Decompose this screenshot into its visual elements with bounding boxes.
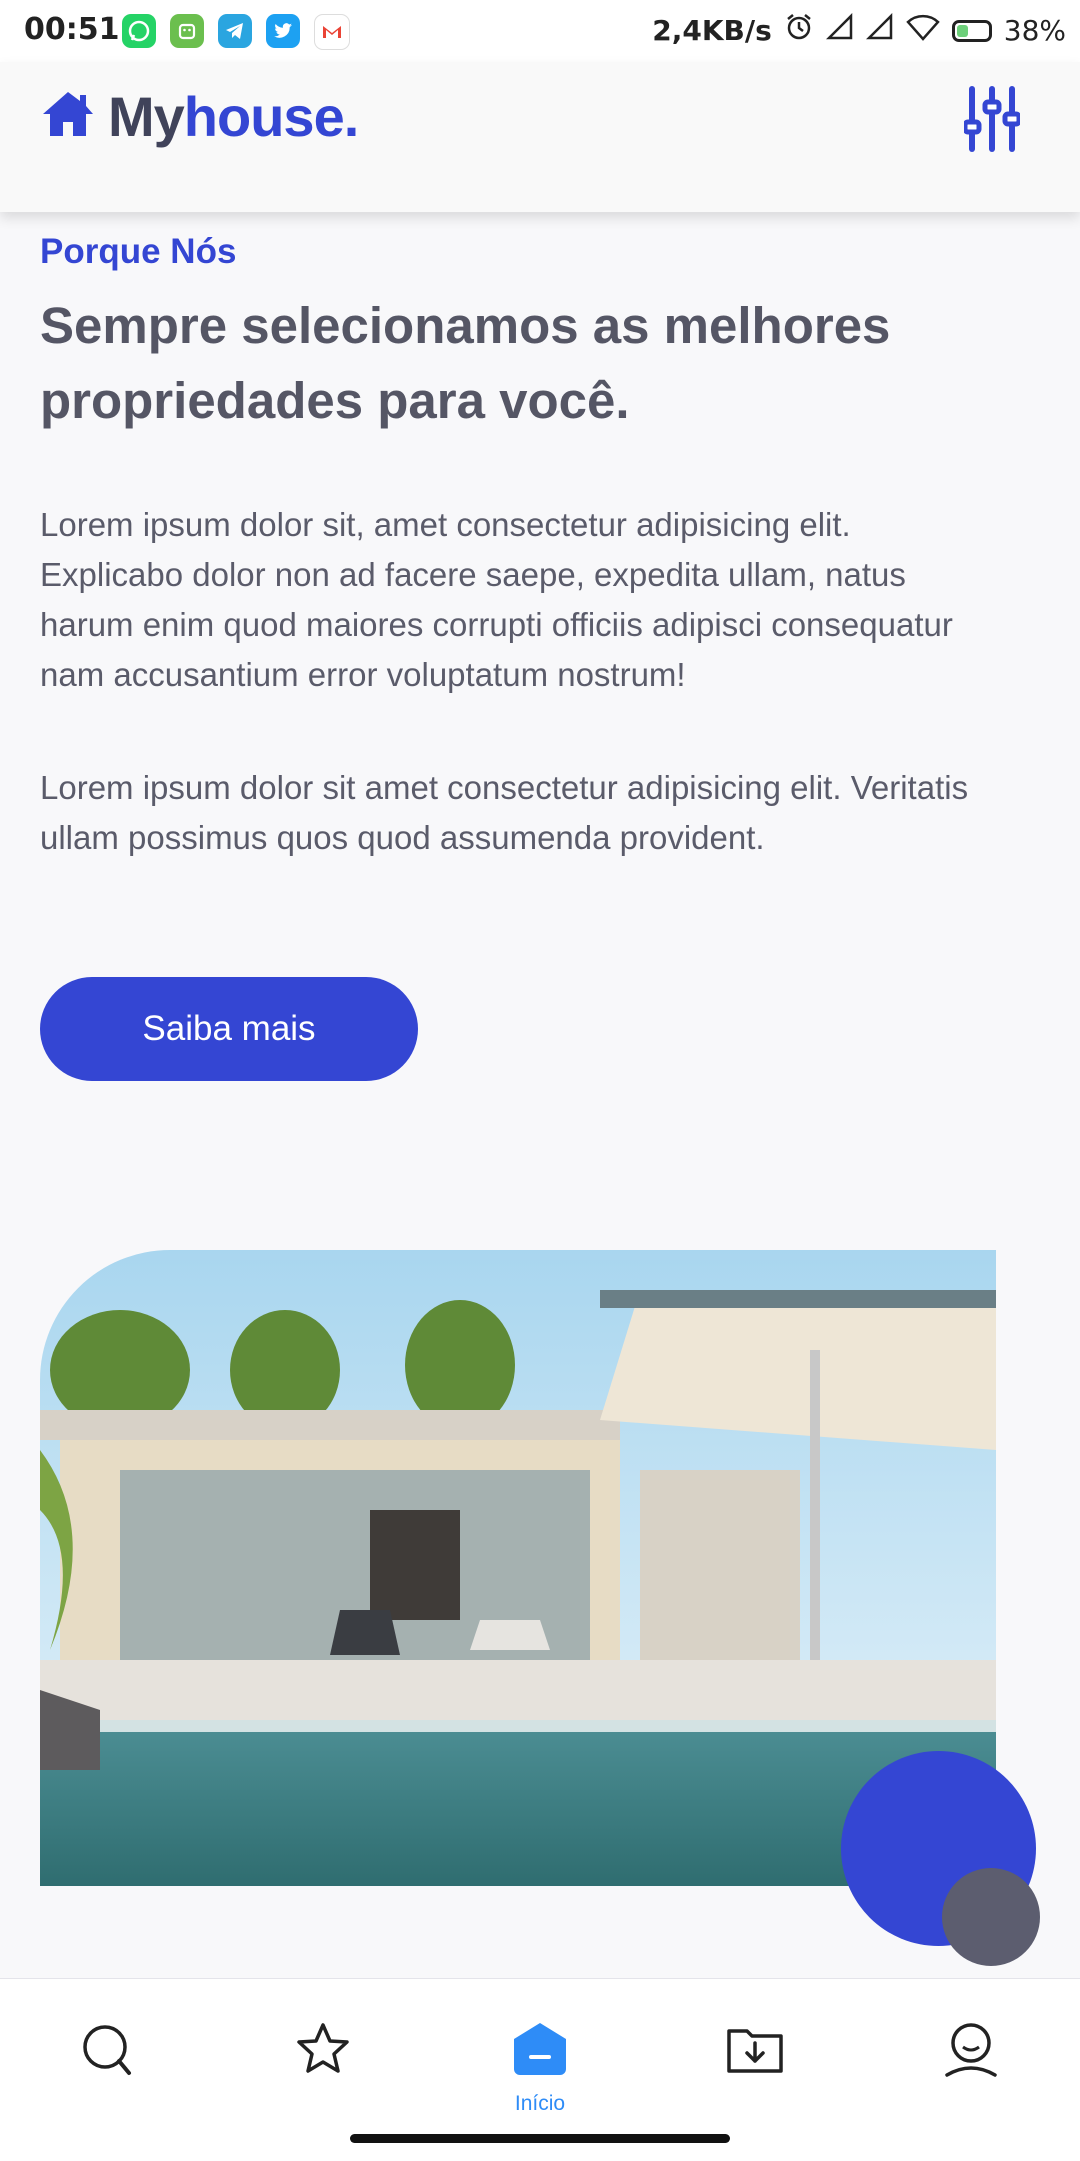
logo-house: house [183,85,345,148]
nav-inicio[interactable]: Início [505,2019,575,2115]
android-icon [170,14,204,48]
telegram-icon [218,14,252,48]
nav-favorites[interactable] [288,2019,358,2089]
logo-text: Myhouse. [108,84,360,149]
battery-icon [951,19,992,42]
home-icon [40,86,96,147]
logo-my: My [108,85,185,148]
system-status: 2,4KB/s 38% [652,12,1066,49]
paragraph-2: Lorem ipsum dolor sit amet consectetur a… [40,769,969,856]
whatsapp-icon [122,14,156,48]
logo[interactable]: Myhouse. [40,84,360,149]
saiba-mais-button[interactable]: Saiba mais [40,977,418,1081]
paragraph-1: Lorem ipsum dolor sit, amet consectetur … [40,506,953,693]
notification-icons [122,14,350,50]
sliders-icon [962,86,1022,158]
section-label: Porque Nós [40,232,237,271]
signal-icon [825,12,854,48]
user-icon [941,2019,1001,2084]
home-icon [510,2019,570,2084]
nav-downloads[interactable] [720,2019,790,2089]
page-title: Sempre selecionamos as melhores propried… [40,297,891,429]
home-indicator[interactable] [350,2134,730,2143]
search-icon [77,2019,137,2084]
twitter-icon [266,14,300,48]
alarm-icon [784,12,814,49]
house-photo [40,1250,996,1886]
network-speed: 2,4KB/s [652,14,772,47]
download-folder-icon [725,2019,785,2084]
battery-percent: 38% [1003,14,1066,47]
nav-search[interactable] [72,2019,142,2089]
battery-level [956,24,969,37]
signal-icon [865,12,894,48]
wifi-icon [906,13,940,48]
app-header: Myhouse. [0,62,1080,212]
nav-label-inicio: Início [514,2092,566,2115]
status-bar: 00:51 2,4KB/s 38% [0,0,1080,62]
decorative-circle-gray [942,1868,1040,1966]
logo-dot: . [343,85,360,148]
nav-profile[interactable] [936,2019,1006,2089]
status-time: 00:51 [24,12,120,47]
star-icon [293,2019,353,2084]
filter-button[interactable] [962,84,1022,154]
gmail-icon [314,14,350,50]
